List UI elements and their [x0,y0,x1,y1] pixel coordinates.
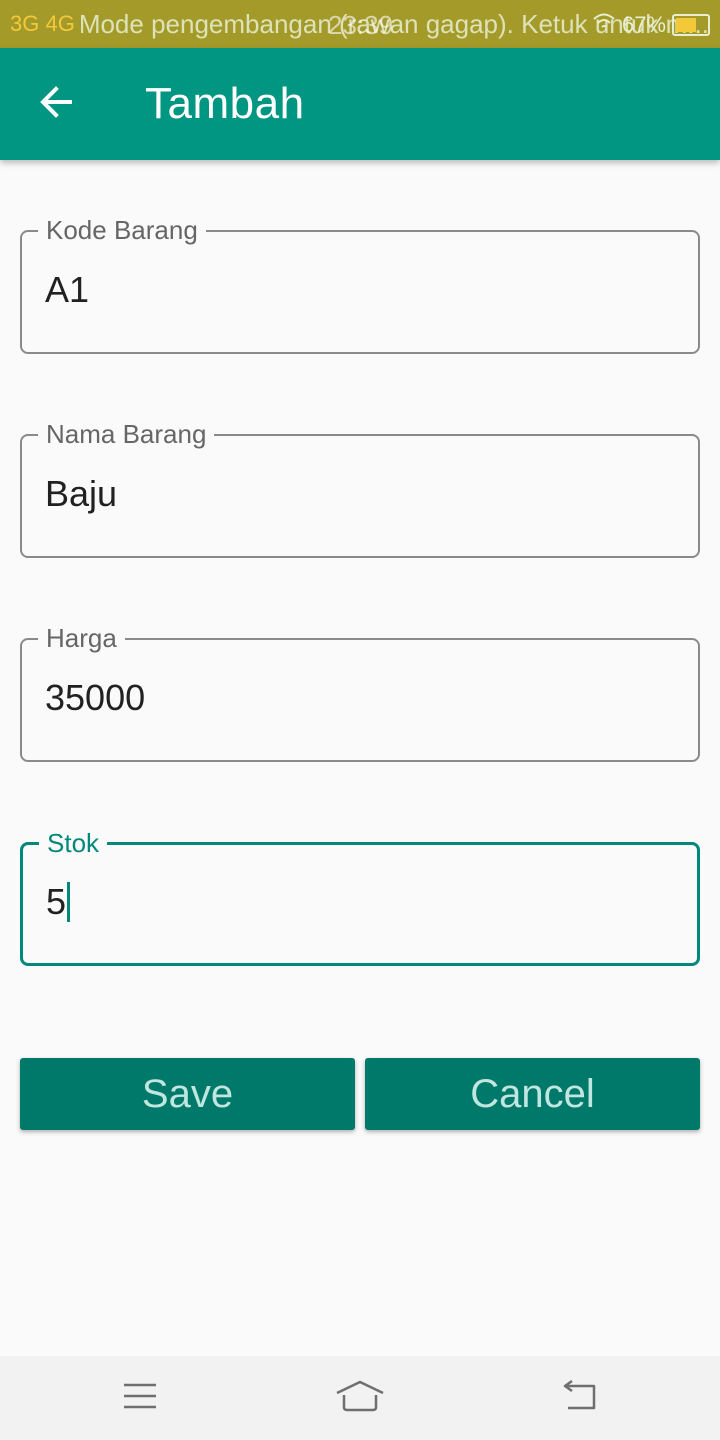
back-button[interactable] [0,48,112,160]
nama-barang-input[interactable]: Baju [45,470,678,518]
wifi-icon [592,12,616,38]
home-icon [334,1379,386,1418]
battery-percent: 67% [621,12,666,37]
stok-label: Stok [39,827,108,859]
app-bar: Tambah [0,48,720,160]
page-title: Tambah [145,79,305,128]
status-time: 23:39 [328,10,394,40]
text-caret [67,882,71,923]
kode-barang-input[interactable]: A1 [45,266,678,314]
kode-barang-field[interactable]: Kode Barang A1 [20,214,700,354]
cancel-button[interactable]: Cancel [365,1058,700,1130]
harga-label: Harga [38,622,125,654]
battery-icon [672,14,710,36]
kode-barang-label: Kode Barang [38,214,206,246]
nav-back-button[interactable] [540,1368,620,1428]
nav-menu-button[interactable] [100,1368,180,1428]
arrow-back-icon [36,82,76,127]
stok-input[interactable]: 5 [46,881,66,922]
battery-status: 67% [592,12,710,38]
save-button[interactable]: Save [20,1058,355,1130]
system-nav-bar [0,1356,720,1440]
stok-field[interactable]: Stok 5 [20,827,700,966]
menu-icon [122,1381,158,1416]
nav-home-button[interactable] [320,1368,400,1428]
status-bar: 3G 4G Mode pengembangan (rawan gagap). K… [0,0,720,48]
network-indicator: 3G 4G [10,11,75,36]
stok-input-wrapper[interactable]: 5 [46,878,677,926]
back-icon [560,1379,600,1417]
harga-field[interactable]: Harga 35000 [20,622,700,762]
nama-barang-label: Nama Barang [38,418,215,450]
harga-input[interactable]: 35000 [45,674,678,722]
nama-barang-field[interactable]: Nama Barang Baju [20,418,700,558]
